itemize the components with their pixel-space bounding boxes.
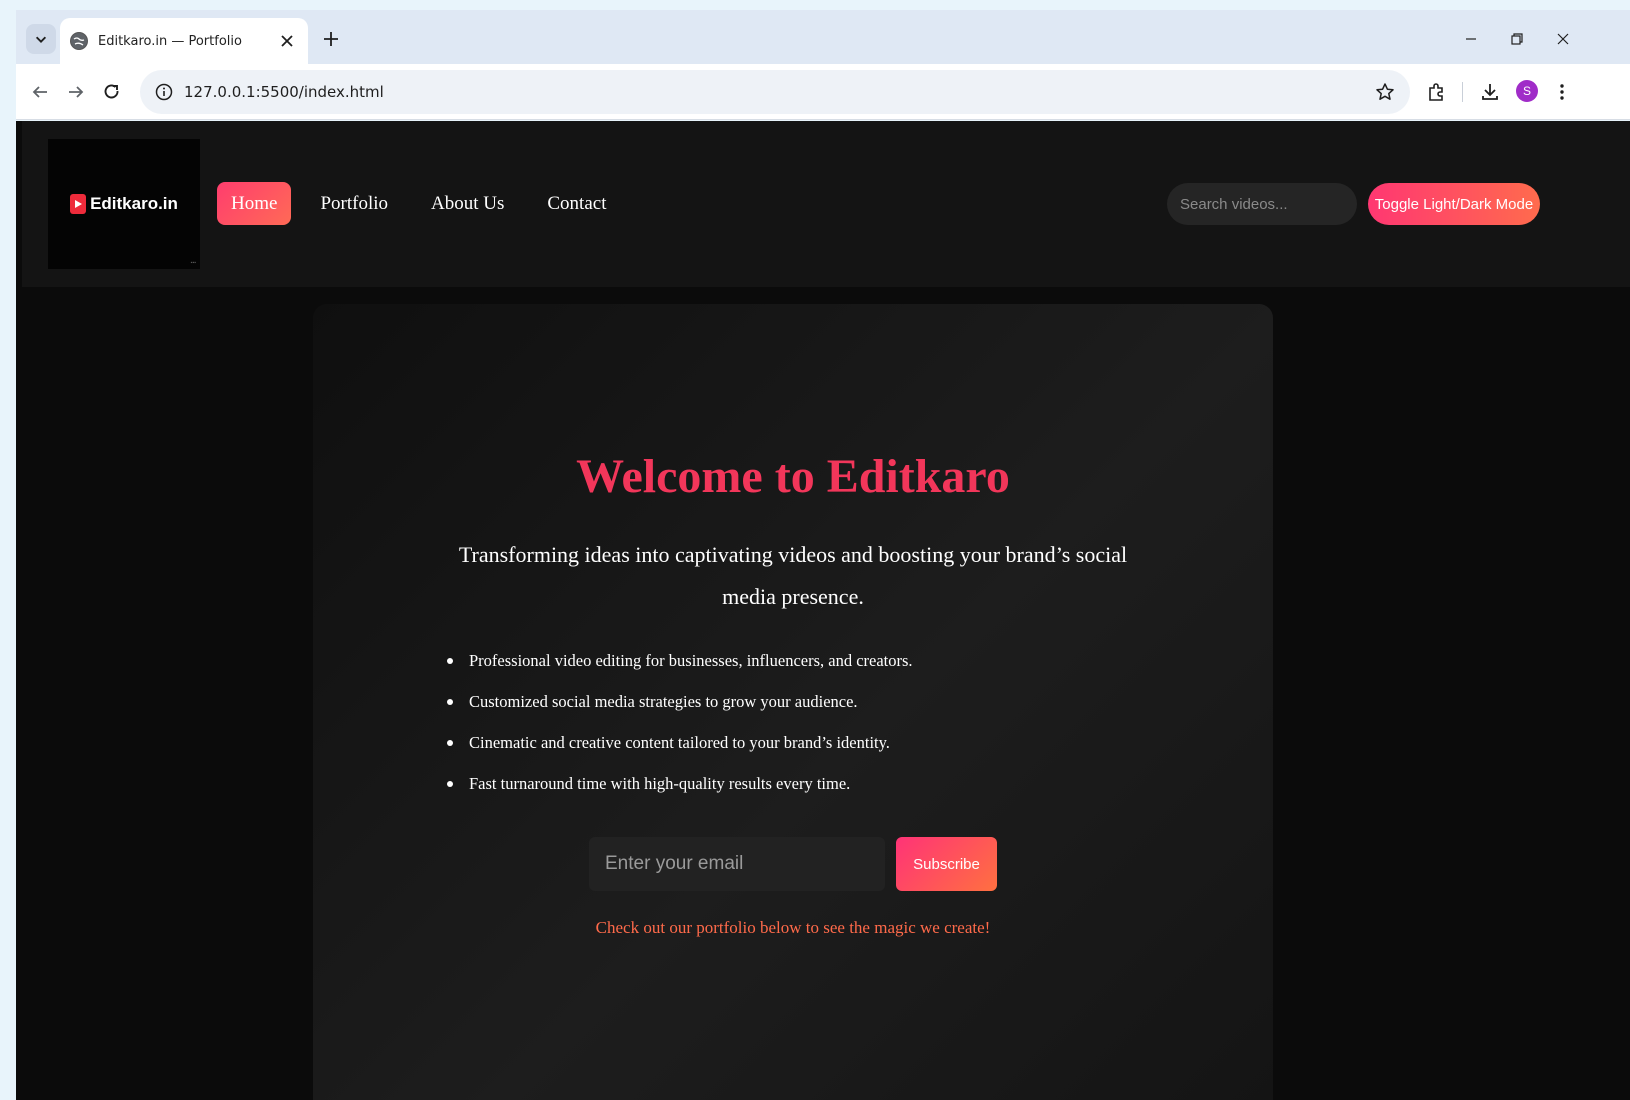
- bullet-icon: [447, 658, 453, 664]
- profile-avatar[interactable]: S: [1516, 80, 1538, 102]
- portfolio-note: Check out our portfolio below to see the…: [595, 918, 991, 937]
- arrow-left-icon: [32, 86, 47, 98]
- plus-icon: [324, 32, 338, 46]
- arrow-right-icon: [69, 86, 84, 98]
- close-icon: [1557, 33, 1569, 45]
- hero-section: Welcome to Editkaro Transforming ideas i…: [313, 304, 1273, 1100]
- download-icon: [1482, 84, 1498, 100]
- address-bar[interactable]: 127.0.0.1:5500/index.html: [140, 70, 1410, 114]
- reload-button[interactable]: [96, 76, 128, 108]
- bookmark-star-button[interactable]: [1370, 77, 1400, 107]
- feature-text: Fast turnaround time with high-quality r…: [469, 774, 851, 793]
- feature-text: Professional video editing for businesse…: [469, 651, 913, 670]
- tab-title: Editkaro.in — Portfolio: [98, 33, 242, 49]
- logo-watermark: ▪▪▪: [190, 260, 196, 266]
- close-icon: [281, 35, 293, 47]
- main-nav: Home Portfolio About Us Contact: [217, 182, 635, 225]
- feature-text: Cinematic and creative content tailored …: [469, 733, 890, 752]
- browser-tab-strip: Editkaro.in — Portfolio: [16, 10, 1630, 64]
- email-input[interactable]: [589, 837, 885, 891]
- nav-contact[interactable]: Contact: [533, 182, 620, 225]
- feature-list: Professional video editing for businesse…: [443, 649, 1163, 813]
- nav-home[interactable]: Home: [217, 182, 292, 225]
- bullet-icon: [447, 699, 453, 705]
- reload-icon: [104, 84, 119, 99]
- downloads-button[interactable]: [1474, 76, 1506, 108]
- new-tab-button[interactable]: [316, 24, 346, 54]
- star-icon: [1376, 83, 1394, 100]
- close-tab-button[interactable]: [276, 30, 298, 52]
- forward-button[interactable]: [60, 76, 92, 108]
- browser-menu-button[interactable]: [1546, 76, 1578, 108]
- site-header: Editkaro.in ▪▪▪ Home Portfolio About Us …: [22, 121, 1630, 287]
- kebab-menu-icon: [1560, 84, 1564, 100]
- bullet-icon: [447, 781, 453, 787]
- minimize-button[interactable]: [1448, 24, 1494, 54]
- logo-text: Editkaro.in: [90, 194, 178, 213]
- nav-about-us[interactable]: About Us: [417, 182, 518, 225]
- restore-icon: [1511, 33, 1523, 45]
- feature-text: Customized social media strategies to gr…: [469, 692, 858, 711]
- globe-icon: [70, 32, 88, 50]
- minimize-icon: [1466, 38, 1476, 40]
- url-text: 127.0.0.1:5500/index.html: [184, 83, 384, 101]
- browser-toolbar: 127.0.0.1:5500/index.html S: [16, 64, 1630, 120]
- restore-button[interactable]: [1494, 24, 1540, 54]
- hero-subtitle: Transforming ideas into captivating vide…: [458, 542, 1128, 609]
- hero-title: Welcome to Editkaro: [576, 450, 1010, 503]
- list-item: Customized social media strategies to gr…: [443, 690, 1163, 731]
- site-logo[interactable]: Editkaro.in ▪▪▪: [48, 139, 200, 269]
- list-item: Fast turnaround time with high-quality r…: [443, 772, 1163, 813]
- chevron-down-icon: [35, 36, 47, 43]
- extensions-button[interactable]: [1420, 76, 1452, 108]
- list-item: Professional video editing for businesse…: [443, 649, 1163, 690]
- subscribe-button[interactable]: Subscribe: [896, 837, 997, 891]
- puzzle-icon: [1429, 83, 1443, 101]
- browser-tab[interactable]: Editkaro.in — Portfolio: [60, 18, 308, 64]
- list-item: Cinematic and creative content tailored …: [443, 731, 1163, 772]
- site-info-icon[interactable]: [152, 80, 176, 104]
- toggle-theme-button[interactable]: Toggle Light/Dark Mode: [1368, 183, 1540, 225]
- toolbar-separator: [1462, 82, 1463, 102]
- back-button[interactable]: [24, 76, 56, 108]
- nav-portfolio[interactable]: Portfolio: [306, 182, 402, 225]
- tab-search-button[interactable]: [26, 24, 56, 54]
- search-videos-input[interactable]: [1167, 183, 1357, 225]
- bullet-icon: [447, 740, 453, 746]
- play-icon: [70, 194, 87, 214]
- close-window-button[interactable]: [1540, 24, 1586, 54]
- page-viewport: Editkaro.in ▪▪▪ Home Portfolio About Us …: [16, 121, 1630, 1100]
